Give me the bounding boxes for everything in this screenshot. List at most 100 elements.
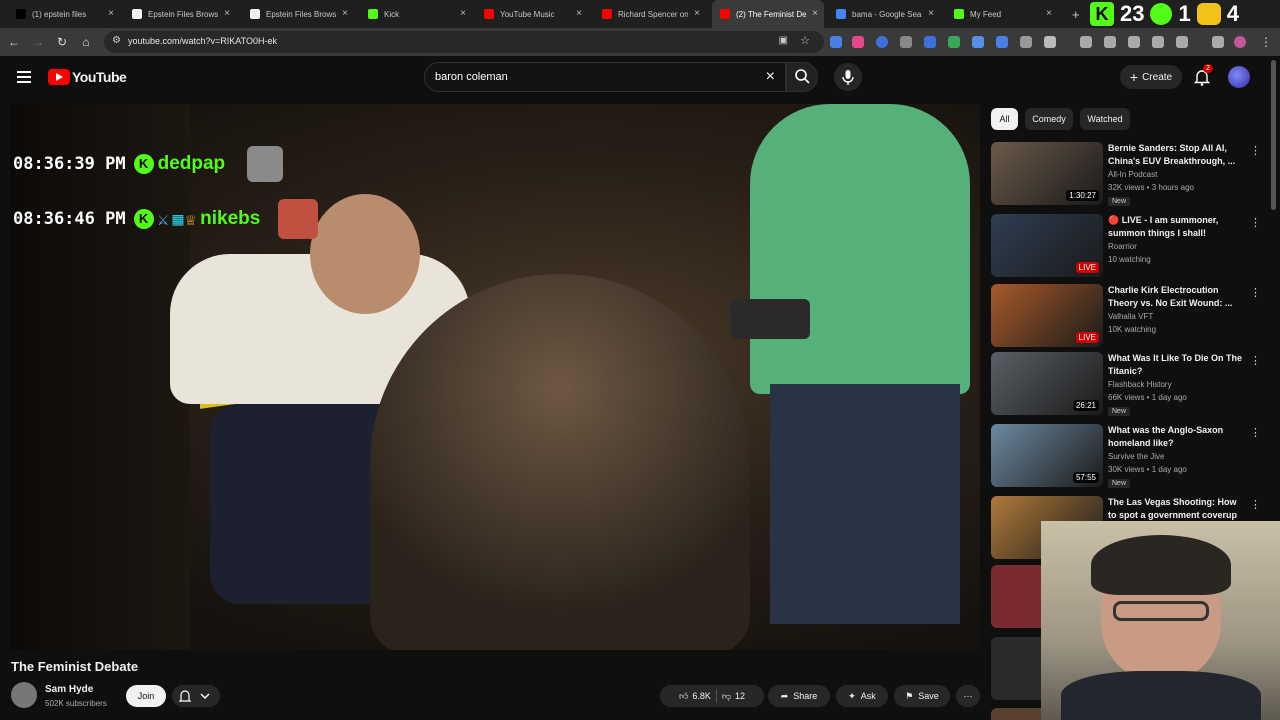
browser-tab[interactable]: (1) epstein files × [8,0,120,28]
channel-name[interactable]: Roarrior [1108,242,1137,251]
video-title[interactable]: Bernie Sanders: Stop All AI, China's EUV… [1108,142,1244,168]
recommended-video[interactable]: LIVE 🔴 LIVE - I am summoner, summon thing… [991,214,1271,280]
back-icon[interactable]: ← [6,34,22,50]
browser-tab[interactable]: My Feed × [946,0,1058,28]
join-button[interactable]: Join [126,685,166,707]
browser-tab[interactable]: YouTube Music × [476,0,588,28]
browser-tab[interactable]: Kick × [360,0,472,28]
voice-search-button[interactable] [834,63,862,91]
video-title[interactable]: The Las Vegas Shooting: How to spot a go… [1108,496,1244,522]
video-title[interactable]: What Was It Like To Die On The Titanic? [1108,352,1244,378]
reload-icon[interactable]: ↻ [54,34,70,50]
dislike-button[interactable]: 👎︎ 12 [722,691,745,702]
close-tab-icon[interactable]: × [342,8,348,19]
video-title[interactable]: What was the Anglo-Saxon homeland like? [1108,424,1244,450]
youtube-logo[interactable]: YouTube [48,69,127,85]
video-thumbnail[interactable] [991,708,1041,720]
like-button[interactable]: 👍︎ 6.8K [679,691,711,702]
close-tab-icon[interactable]: × [928,8,934,19]
close-tab-icon[interactable]: × [460,8,466,19]
channel-avatar[interactable] [11,682,37,708]
browser-tab-strip: (1) epstein files × Epstein Files Browse × E… [0,0,1280,28]
chip-comedy[interactable]: Comedy [1025,108,1073,130]
video-thumbnail[interactable] [991,637,1041,700]
new-tab-button[interactable]: + [1064,0,1080,28]
account-avatar[interactable] [1228,66,1250,88]
recommended-video[interactable]: LIVE Charlie Kirk Electrocution Theory vs… [991,284,1271,350]
extension-icon[interactable] [948,36,960,48]
video-player[interactable]: 08:36:39 PM K dedpap 08:36:46 PM K ⚔ ▦ ♕… [10,104,980,650]
close-tab-icon[interactable]: × [576,8,582,19]
extension-icon[interactable] [972,36,984,48]
ask-button[interactable]: ✦ Ask [836,685,888,707]
browser-tab[interactable]: Epstein Files Browse × [242,0,354,28]
devtools-icon[interactable] [1128,36,1140,48]
video-thumbnail[interactable]: LIVE [991,284,1103,347]
video-thumbnail[interactable]: 26:21 [991,352,1103,415]
home-icon[interactable]: ⌂ [78,34,94,50]
recommended-video[interactable]: 57:55 What was the Anglo-Saxon homeland l… [991,424,1271,490]
chip-all[interactable]: All [991,108,1018,130]
address-bar[interactable]: ⚙ youtube.com/watch?v=RIKATO0H-ek ▣ ☆ [104,31,824,53]
close-tab-icon[interactable]: × [224,8,230,19]
channel-name[interactable]: Sam Hyde [45,684,93,695]
channel-name[interactable]: Survive the Jive [1108,452,1164,461]
video-thumbnail[interactable]: LIVE [991,214,1103,277]
extension-icon[interactable] [876,36,888,48]
extension-icon[interactable] [900,36,912,48]
recommended-video[interactable]: 26:21 What Was It Like To Die On The Tita… [991,352,1271,418]
extension-icon[interactable] [1104,36,1116,48]
create-button[interactable]: + Create [1120,65,1182,89]
browser-tab[interactable]: (2) The Feminist De × [712,0,824,28]
extension-icon[interactable] [996,36,1008,48]
search-input[interactable]: baron coleman × [424,62,786,92]
site-info-icon[interactable]: ⚙ [112,35,121,46]
history-icon[interactable] [1080,36,1092,48]
browser-tab[interactable]: bama - Google Sea × [828,0,940,28]
more-options-icon[interactable]: ⋮ [1250,216,1261,229]
install-icon[interactable]: ▣ [779,35,788,46]
video-thumbnail[interactable] [991,565,1041,628]
browser-tab[interactable]: Epstein Files Browse × [124,0,236,28]
more-options-icon[interactable]: ⋮ [1250,354,1261,367]
more-actions-button[interactable]: ⋯ [956,685,980,707]
close-tab-icon[interactable]: × [1046,8,1052,19]
channel-name[interactable]: Valhalla VFT [1108,312,1153,321]
recommended-video[interactable]: 1:30:27 Bernie Sanders: Stop All AI, Chin… [991,142,1271,208]
notifications-button[interactable]: 2 [1192,64,1213,87]
video-title[interactable]: 🔴 LIVE - I am summoner, summon things I … [1108,214,1244,240]
extension-icon[interactable] [852,36,864,48]
close-tab-icon[interactable]: × [812,8,818,19]
reading-list-icon[interactable] [1152,36,1164,48]
extension-icon[interactable] [830,36,842,48]
bookmark-star-icon[interactable]: ☆ [800,34,810,47]
profile-icon[interactable] [1234,36,1246,48]
save-button[interactable]: ⚑ Save [894,685,950,707]
more-options-icon[interactable]: ⋮ [1250,426,1261,439]
more-options-icon[interactable]: ⋮ [1250,498,1261,511]
chip-watched[interactable]: Watched [1080,108,1130,130]
channel-name[interactable]: Flashback History [1108,380,1172,389]
video-thumbnail[interactable]: 1:30:27 [991,142,1103,205]
extensions-puzzle-icon[interactable] [1044,36,1056,48]
extension-icon[interactable] [924,36,936,48]
close-tab-icon[interactable]: × [108,8,114,19]
extension-icon[interactable] [1020,36,1032,48]
channel-name[interactable]: All-In Podcast [1108,170,1157,179]
menu-icon[interactable] [17,71,31,83]
sidepanel-icon[interactable] [1176,36,1188,48]
more-options-icon[interactable]: ⋮ [1250,286,1261,299]
browser-menu-icon[interactable]: ⋮ [1258,34,1274,50]
close-tab-icon[interactable]: × [694,8,700,19]
extension-icon[interactable] [1212,36,1224,48]
more-options-icon[interactable]: ⋮ [1250,144,1261,157]
browser-tab[interactable]: Richard Spencer on × [594,0,706,28]
subscription-bell-button[interactable] [172,685,220,707]
video-title[interactable]: Charlie Kirk Electrocution Theory vs. No… [1108,284,1244,310]
video-thumbnail[interactable]: 57:55 [991,424,1103,487]
page-scrollbar[interactable] [1271,60,1276,210]
share-button[interactable]: ➦ Share [768,685,830,707]
forward-icon[interactable]: → [30,34,46,50]
clear-search-icon[interactable]: × [766,68,775,86]
search-button[interactable] [786,62,818,92]
